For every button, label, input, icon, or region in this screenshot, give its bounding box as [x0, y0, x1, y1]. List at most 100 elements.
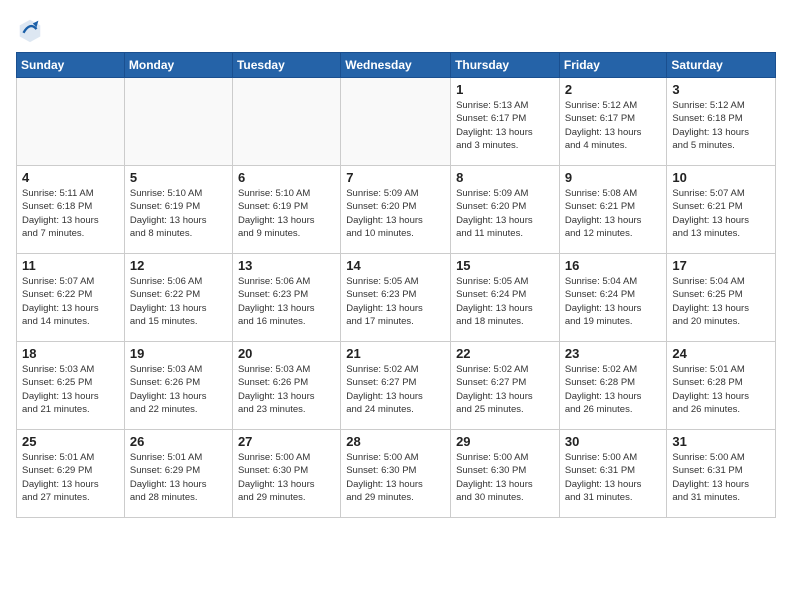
- weekday-header-monday: Monday: [124, 53, 232, 78]
- calendar-cell: 9Sunrise: 5:08 AM Sunset: 6:21 PM Daylig…: [559, 166, 667, 254]
- calendar-cell: 3 Sunrise: 5:12 AM Sunset: 6:18 PM Daylig…: [667, 78, 776, 166]
- calendar-cell: 4 Sunrise: 5:11 AM Sunset: 6:18 PM Daylig…: [17, 166, 125, 254]
- calendar-cell: 23 Sunrise: 5:02 AM Sunset: 6:28 PM Dayli…: [559, 342, 667, 430]
- calendar-cell: 30 Sunrise: 5:00 AM Sunset: 6:31 PM Dayli…: [559, 430, 667, 518]
- day-number: 24: [672, 346, 770, 361]
- calendar-cell: 8 Sunrise: 5:09 AM Sunset: 6:20 PM Daylig…: [451, 166, 560, 254]
- day-info: Sunrise: 5:09 AM Sunset: 6:20 PM Dayligh…: [456, 187, 554, 240]
- day-number: 25: [22, 434, 119, 449]
- day-info: Sunrise: 5:04 AM Sunset: 6:25 PM Dayligh…: [672, 275, 770, 328]
- calendar-cell: 12 Sunrise: 5:06 AM Sunset: 6:22 PM Dayli…: [124, 254, 232, 342]
- day-number: 13: [238, 258, 335, 273]
- day-info: Sunrise: 5:02 AM Sunset: 6:27 PM Dayligh…: [456, 363, 554, 416]
- calendar-cell: 17Sunrise: 5:04 AM Sunset: 6:25 PM Dayli…: [667, 254, 776, 342]
- day-info: Sunrise: 5:08 AM Sunset: 6:21 PM Dayligh…: [565, 187, 662, 240]
- day-number: 8: [456, 170, 554, 185]
- day-info: Sunrise: 5:00 AM Sunset: 6:30 PM Dayligh…: [346, 451, 445, 504]
- calendar-cell: 28 Sunrise: 5:00 AM Sunset: 6:30 PM Dayli…: [341, 430, 451, 518]
- day-number: 22: [456, 346, 554, 361]
- day-info: Sunrise: 5:01 AM Sunset: 6:29 PM Dayligh…: [130, 451, 227, 504]
- day-info: Sunrise: 5:06 AM Sunset: 6:22 PM Dayligh…: [130, 275, 227, 328]
- calendar-cell: [17, 78, 125, 166]
- day-info: Sunrise: 5:10 AM Sunset: 6:19 PM Dayligh…: [130, 187, 227, 240]
- day-info: Sunrise: 5:00 AM Sunset: 6:31 PM Dayligh…: [672, 451, 770, 504]
- day-info: Sunrise: 5:11 AM Sunset: 6:18 PM Dayligh…: [22, 187, 119, 240]
- day-number: 23: [565, 346, 662, 361]
- calendar-cell: [341, 78, 451, 166]
- day-number: 2: [565, 82, 662, 97]
- day-info: Sunrise: 5:02 AM Sunset: 6:28 PM Dayligh…: [565, 363, 662, 416]
- day-info: Sunrise: 5:03 AM Sunset: 6:25 PM Dayligh…: [22, 363, 119, 416]
- weekday-header-thursday: Thursday: [451, 53, 560, 78]
- logo: [16, 16, 46, 44]
- calendar-cell: 2Sunrise: 5:12 AM Sunset: 6:17 PM Daylig…: [559, 78, 667, 166]
- calendar-cell: 1Sunrise: 5:13 AM Sunset: 6:17 PM Daylig…: [451, 78, 560, 166]
- day-number: 19: [130, 346, 227, 361]
- calendar-cell: 31Sunrise: 5:00 AM Sunset: 6:31 PM Dayli…: [667, 430, 776, 518]
- day-number: 10: [672, 170, 770, 185]
- day-info: Sunrise: 5:00 AM Sunset: 6:31 PM Dayligh…: [565, 451, 662, 504]
- day-info: Sunrise: 5:06 AM Sunset: 6:23 PM Dayligh…: [238, 275, 335, 328]
- weekday-header-wednesday: Wednesday: [341, 53, 451, 78]
- day-number: 7: [346, 170, 445, 185]
- calendar-table: SundayMondayTuesdayWednesdayThursdayFrid…: [16, 52, 776, 518]
- day-number: 14: [346, 258, 445, 273]
- week-row-3: 11 Sunrise: 5:07 AM Sunset: 6:22 PM Dayli…: [17, 254, 776, 342]
- day-number: 11: [22, 258, 119, 273]
- day-info: Sunrise: 5:07 AM Sunset: 6:21 PM Dayligh…: [672, 187, 770, 240]
- weekday-header-saturday: Saturday: [667, 53, 776, 78]
- calendar-cell: 29 Sunrise: 5:00 AM Sunset: 6:30 PM Dayli…: [451, 430, 560, 518]
- day-info: Sunrise: 5:01 AM Sunset: 6:28 PM Dayligh…: [672, 363, 770, 416]
- calendar-cell: [232, 78, 340, 166]
- calendar-cell: 6 Sunrise: 5:10 AM Sunset: 6:19 PM Daylig…: [232, 166, 340, 254]
- day-info: Sunrise: 5:01 AM Sunset: 6:29 PM Dayligh…: [22, 451, 119, 504]
- day-number: 15: [456, 258, 554, 273]
- day-info: Sunrise: 5:04 AM Sunset: 6:24 PM Dayligh…: [565, 275, 662, 328]
- day-number: 29: [456, 434, 554, 449]
- page-header: [16, 16, 776, 44]
- day-info: Sunrise: 5:05 AM Sunset: 6:24 PM Dayligh…: [456, 275, 554, 328]
- weekday-header-sunday: Sunday: [17, 53, 125, 78]
- week-row-4: 18 Sunrise: 5:03 AM Sunset: 6:25 PM Dayli…: [17, 342, 776, 430]
- calendar-cell: 22 Sunrise: 5:02 AM Sunset: 6:27 PM Dayli…: [451, 342, 560, 430]
- calendar-cell: 7 Sunrise: 5:09 AM Sunset: 6:20 PM Daylig…: [341, 166, 451, 254]
- calendar-cell: 15 Sunrise: 5:05 AM Sunset: 6:24 PM Dayli…: [451, 254, 560, 342]
- day-info: Sunrise: 5:09 AM Sunset: 6:20 PM Dayligh…: [346, 187, 445, 240]
- day-number: 18: [22, 346, 119, 361]
- calendar-cell: 13 Sunrise: 5:06 AM Sunset: 6:23 PM Dayli…: [232, 254, 340, 342]
- calendar-cell: 18 Sunrise: 5:03 AM Sunset: 6:25 PM Dayli…: [17, 342, 125, 430]
- day-number: 30: [565, 434, 662, 449]
- day-number: 26: [130, 434, 227, 449]
- day-info: Sunrise: 5:00 AM Sunset: 6:30 PM Dayligh…: [456, 451, 554, 504]
- day-info: Sunrise: 5:00 AM Sunset: 6:30 PM Dayligh…: [238, 451, 335, 504]
- day-number: 6: [238, 170, 335, 185]
- calendar-cell: 21 Sunrise: 5:02 AM Sunset: 6:27 PM Dayli…: [341, 342, 451, 430]
- day-info: Sunrise: 5:12 AM Sunset: 6:18 PM Dayligh…: [672, 99, 770, 152]
- day-number: 16: [565, 258, 662, 273]
- day-info: Sunrise: 5:13 AM Sunset: 6:17 PM Dayligh…: [456, 99, 554, 152]
- calendar-cell: 16 Sunrise: 5:04 AM Sunset: 6:24 PM Dayli…: [559, 254, 667, 342]
- weekday-header-friday: Friday: [559, 53, 667, 78]
- calendar-cell: 14 Sunrise: 5:05 AM Sunset: 6:23 PM Dayli…: [341, 254, 451, 342]
- week-row-2: 4 Sunrise: 5:11 AM Sunset: 6:18 PM Daylig…: [17, 166, 776, 254]
- calendar-cell: [124, 78, 232, 166]
- week-row-1: 1Sunrise: 5:13 AM Sunset: 6:17 PM Daylig…: [17, 78, 776, 166]
- day-number: 3: [672, 82, 770, 97]
- day-info: Sunrise: 5:02 AM Sunset: 6:27 PM Dayligh…: [346, 363, 445, 416]
- day-number: 12: [130, 258, 227, 273]
- day-number: 21: [346, 346, 445, 361]
- calendar-cell: 27 Sunrise: 5:00 AM Sunset: 6:30 PM Dayli…: [232, 430, 340, 518]
- calendar-cell: 26 Sunrise: 5:01 AM Sunset: 6:29 PM Dayli…: [124, 430, 232, 518]
- day-number: 27: [238, 434, 335, 449]
- calendar-cell: 24 Sunrise: 5:01 AM Sunset: 6:28 PM Dayli…: [667, 342, 776, 430]
- day-number: 4: [22, 170, 119, 185]
- calendar-cell: 10 Sunrise: 5:07 AM Sunset: 6:21 PM Dayli…: [667, 166, 776, 254]
- weekday-header-row: SundayMondayTuesdayWednesdayThursdayFrid…: [17, 53, 776, 78]
- calendar-cell: 19Sunrise: 5:03 AM Sunset: 6:26 PM Dayli…: [124, 342, 232, 430]
- day-number: 28: [346, 434, 445, 449]
- day-info: Sunrise: 5:10 AM Sunset: 6:19 PM Dayligh…: [238, 187, 335, 240]
- day-info: Sunrise: 5:03 AM Sunset: 6:26 PM Dayligh…: [238, 363, 335, 416]
- day-info: Sunrise: 5:05 AM Sunset: 6:23 PM Dayligh…: [346, 275, 445, 328]
- calendar-cell: 5Sunrise: 5:10 AM Sunset: 6:19 PM Daylig…: [124, 166, 232, 254]
- day-info: Sunrise: 5:07 AM Sunset: 6:22 PM Dayligh…: [22, 275, 119, 328]
